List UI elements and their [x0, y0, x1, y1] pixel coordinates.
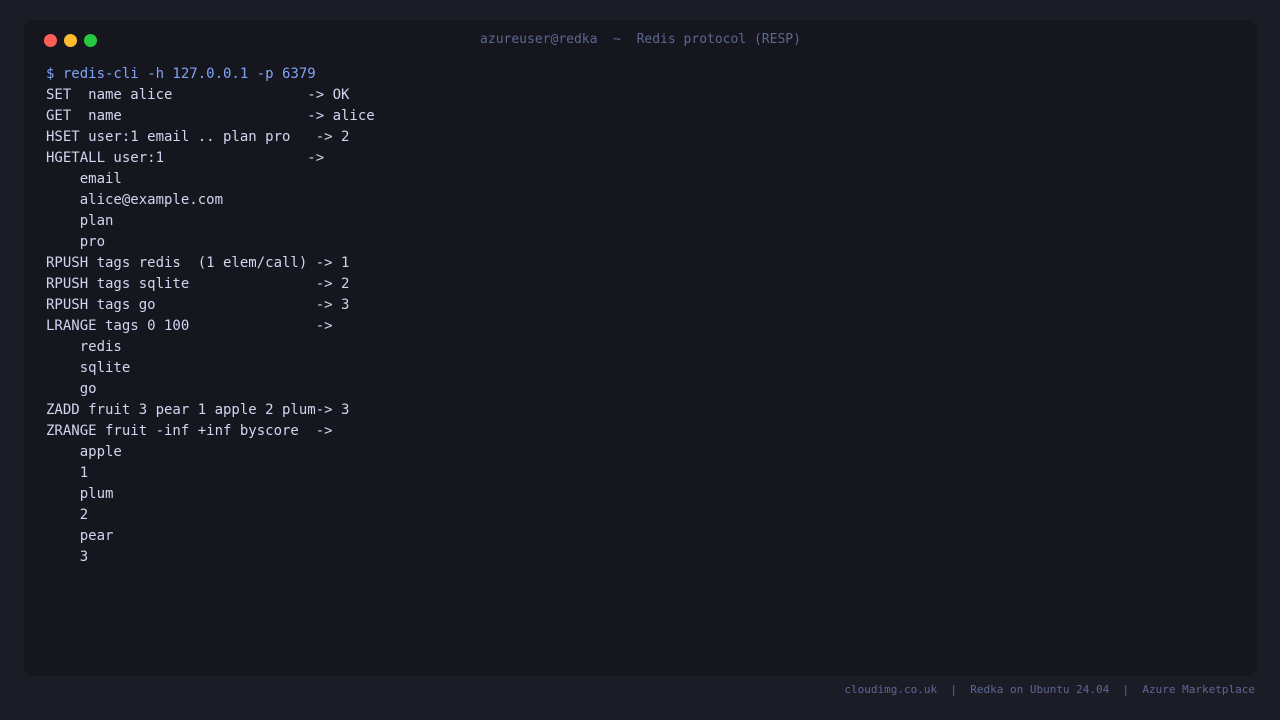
output-line: apple [46, 444, 122, 460]
output-line: pro [46, 234, 106, 250]
output-line: redis [46, 339, 122, 355]
output-line: 3 [46, 549, 89, 565]
prompt-line: $ redis-cli -h 127.0.0.1 -p 6379 [46, 66, 316, 82]
output-line: plum [46, 486, 114, 502]
output-line: ZADD fruit 3 pear 1 apple 2 plum-> 3 [46, 402, 350, 418]
output-line: GET name -> alice [46, 108, 375, 124]
output-line: RPUSH tags go -> 3 [46, 297, 350, 313]
terminal-output[interactable]: $ redis-cli -h 127.0.0.1 -p 6379 SET nam… [46, 64, 1235, 568]
terminal-window[interactable]: azureuser@redka ~ Redis protocol (RESP) … [24, 20, 1257, 676]
output-line: sqlite [46, 360, 131, 376]
output-line: pear [46, 528, 114, 544]
output-line: RPUSH tags sqlite -> 2 [46, 276, 350, 292]
output-line: 1 [46, 465, 89, 481]
output-line: alice@example.com [46, 192, 224, 208]
output-line: plan [46, 213, 114, 229]
output-line: go [46, 381, 97, 397]
output-line: SET name alice -> OK [46, 87, 350, 103]
output-line: HGETALL user:1 -> [46, 150, 325, 166]
output-line: email [46, 171, 122, 187]
footer-credits: cloudimg.co.uk | Redka on Ubuntu 24.04 |… [844, 683, 1255, 696]
output-line: ZRANGE fruit -inf +inf byscore -> [46, 423, 333, 439]
output-line: RPUSH tags redis (1 elem/call) -> 1 [46, 255, 350, 271]
window-title: azureuser@redka ~ Redis protocol (RESP) [480, 32, 801, 47]
title-bar: azureuser@redka ~ Redis protocol (RESP) [24, 20, 1257, 60]
output-line: HSET user:1 email .. plan pro -> 2 [46, 129, 350, 145]
output-line: LRANGE tags 0 100 -> [46, 318, 333, 334]
output-line: 2 [46, 507, 89, 523]
